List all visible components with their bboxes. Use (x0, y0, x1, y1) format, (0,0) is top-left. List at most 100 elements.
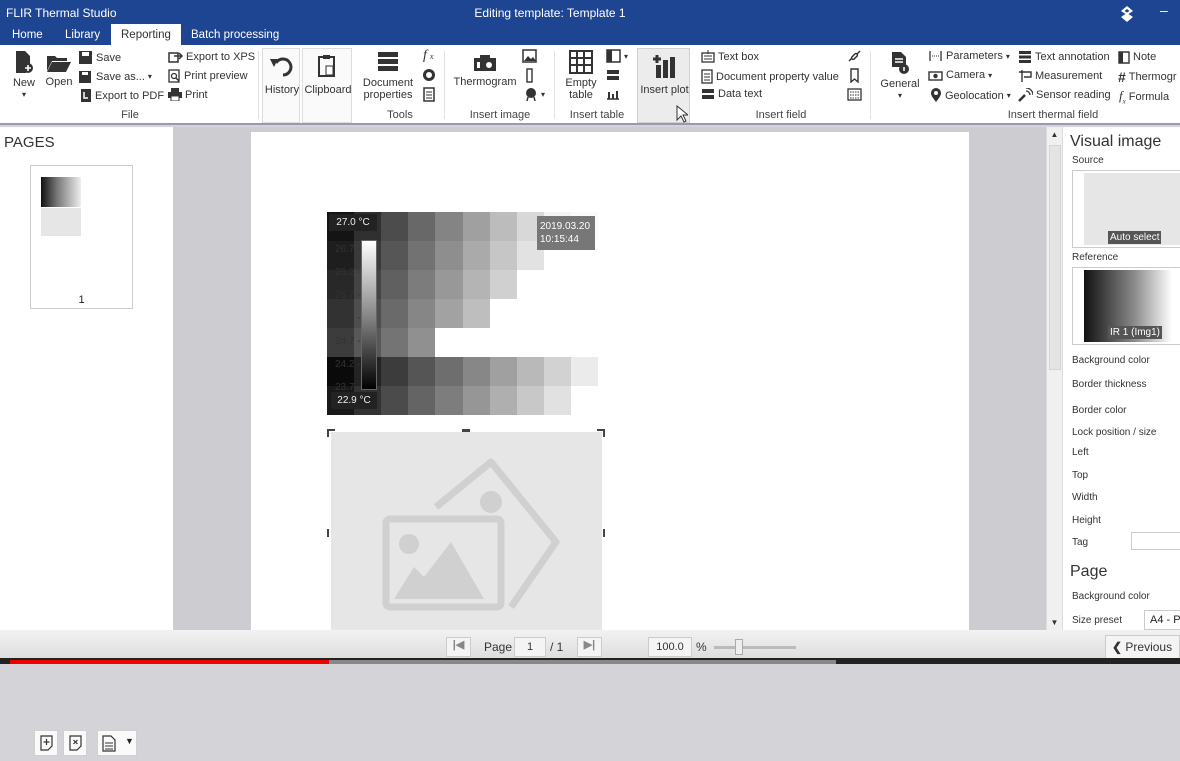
page-thumbnail[interactable]: 1 (30, 165, 133, 309)
insert-plot-button[interactable]: Insert plot (637, 48, 690, 123)
tag-input[interactable] (1131, 532, 1180, 550)
image-placeholder-icon (382, 458, 560, 611)
resize-handle[interactable] (327, 429, 335, 437)
new-button[interactable]: New ▾ (10, 50, 38, 101)
page-template-dropdown[interactable]: ▼ (97, 730, 137, 756)
clipboard-button[interactable]: Clipboard (302, 48, 352, 123)
document-property-value-button[interactable]: Document property value (701, 69, 839, 84)
thermal-pixel (570, 270, 598, 300)
sensor-reading-button[interactable]: Sensor reading (1018, 88, 1111, 102)
reference-selector[interactable]: IR 1 (Img1) (1072, 267, 1180, 345)
save-icon (79, 51, 92, 64)
general-button[interactable]: General ▾ (880, 51, 920, 102)
thermal-pixel (435, 270, 464, 300)
group-label-tools: Tools (387, 109, 413, 121)
last-page-button[interactable]: ▶| (577, 637, 602, 657)
save-as-button[interactable]: Save as... ▾ (78, 69, 152, 84)
zoom-slider[interactable] (714, 639, 796, 655)
formula-button[interactable]: fx Formula (1119, 88, 1169, 106)
thermal-pixel (462, 299, 491, 329)
group-label-insert-thermal-field: Insert thermal field (1007, 109, 1099, 121)
table-layout-icon[interactable]: ▾ (606, 49, 628, 63)
scroll-down-icon[interactable]: ▼ (1047, 618, 1062, 627)
tab-library[interactable]: Library (55, 27, 110, 45)
title-bar: FLIR Thermal Studio Editing template: Te… (0, 0, 1180, 26)
print-preview-icon (168, 69, 180, 83)
first-page-button[interactable]: |◀ (446, 637, 471, 657)
resize-handle[interactable] (327, 529, 329, 537)
thermogram-button[interactable]: Thermogram (452, 53, 518, 88)
scale-tick-label: 25.2 - (335, 313, 361, 324)
image-icon[interactable] (522, 49, 537, 63)
canvas-scrollbar[interactable]: ▲ ▼ (1046, 127, 1062, 630)
visual-image-placeholder[interactable] (331, 432, 602, 630)
thermal-pixel (408, 241, 437, 271)
export-pdf-button[interactable]: Export to PDF (80, 88, 164, 103)
selection-frame (327, 429, 606, 537)
thermal-pixel (381, 270, 410, 300)
zoom-input[interactable]: 100.0 (648, 637, 692, 657)
thermal-pixel (543, 357, 572, 387)
tab-home[interactable]: Home (2, 27, 53, 45)
max-temp-label: 27.0 °C (329, 214, 377, 231)
text-box-button[interactable]: Text box (701, 50, 759, 63)
text-annotation-button[interactable]: Text annotation (1018, 50, 1110, 64)
logo-icon[interactable]: ▾ (524, 87, 545, 102)
thermal-pixel (408, 386, 437, 415)
print-button[interactable]: Print (168, 88, 208, 101)
refresh-icon[interactable] (422, 68, 436, 82)
scroll-up-icon[interactable]: ▲ (1047, 127, 1062, 139)
printer-icon (168, 88, 182, 101)
scale-bar-icon[interactable] (526, 68, 533, 83)
data-table-icon[interactable] (606, 68, 620, 82)
temperature-scale-bar (361, 240, 377, 390)
resize-handle[interactable] (597, 429, 605, 437)
keyboard-icon[interactable] (847, 88, 862, 101)
source-label: Source (1072, 155, 1104, 166)
delete-page-button[interactable] (63, 730, 87, 756)
resize-handle[interactable] (462, 429, 470, 432)
page-label: Page (484, 640, 513, 654)
size-preset-select[interactable]: A4 - P (1144, 610, 1180, 630)
bookmark-icon[interactable] (849, 68, 860, 83)
minimize-button[interactable]: – (1160, 2, 1168, 18)
document-properties-button[interactable]: Document properties (360, 50, 416, 101)
tab-reporting[interactable]: Reporting (111, 24, 181, 45)
scrollbar-thumb[interactable] (1049, 145, 1061, 370)
chevron-down-icon: ▼ (125, 736, 134, 746)
open-button[interactable]: Open (44, 53, 74, 88)
tab-batch-processing[interactable]: Batch processing (181, 27, 289, 45)
data-text-button[interactable]: Data text (701, 88, 762, 100)
page-section-title: Page (1070, 563, 1108, 580)
link-icon[interactable] (847, 49, 862, 63)
clipboard-list-icon[interactable] (423, 87, 435, 102)
thermogram-field-button[interactable]: # Thermogr (1118, 69, 1176, 85)
add-page-button[interactable] (34, 730, 58, 756)
thermal-pixel (462, 357, 491, 387)
ribbon-tabs: Home Library Reporting Batch processing (0, 24, 1180, 45)
geolocation-button[interactable]: Geolocation ▾ (930, 88, 1011, 103)
measurement-button[interactable]: Measurement (1018, 69, 1102, 83)
thermal-pixel (489, 241, 518, 271)
export-xps-button[interactable]: Export to XPS (168, 50, 255, 63)
previous-button[interactable]: ❮ Previous (1105, 635, 1180, 659)
empty-table-button[interactable]: Empty table (562, 50, 600, 101)
parameters-button[interactable]: Parameters ▾ (928, 50, 1010, 62)
function-icon[interactable]: fx (423, 48, 433, 64)
group-label-insert-field: Insert field (755, 109, 807, 121)
note-button[interactable]: Note (1118, 50, 1156, 64)
lock-position-label: Lock position / size (1072, 427, 1157, 438)
page-number-input[interactable]: 1 (514, 637, 546, 657)
resize-handle[interactable] (603, 529, 605, 537)
save-button[interactable]: Save (78, 50, 121, 65)
zoom-slider-thumb[interactable] (734, 639, 743, 655)
video-played-bar[interactable] (10, 660, 329, 664)
histogram-table-icon[interactable] (606, 88, 620, 100)
thermal-pixel (435, 386, 464, 415)
print-preview-button[interactable]: Print preview (168, 69, 248, 83)
source-selector[interactable]: Auto select (1072, 170, 1180, 248)
thermal-pixel (408, 299, 437, 329)
camera-button[interactable]: Camera ▾ (928, 69, 992, 81)
history-button[interactable]: History (262, 48, 300, 123)
min-temp-label: 22.9 °C (331, 392, 377, 409)
